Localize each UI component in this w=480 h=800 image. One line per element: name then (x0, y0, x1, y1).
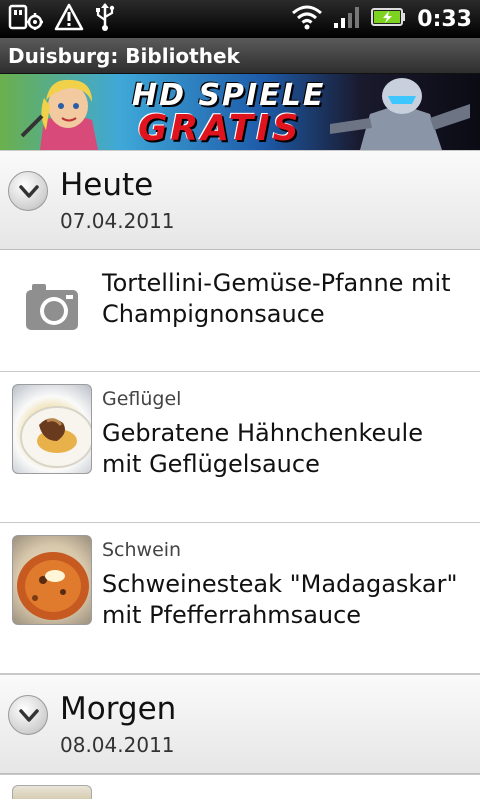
list-item[interactable]: Geflügel Gebratene Hähnchenkeule mit Gef… (0, 372, 480, 523)
dish-name: Gebratene Hähnchenkeule mit Geflügelsauc… (102, 419, 423, 478)
item-text: Geflügel Gebratene Hähnchenkeule mit Gef… (102, 388, 470, 480)
section-date: 08.04.2011 (60, 733, 175, 757)
ad-banner[interactable]: HD SPIELE GRATIS (0, 74, 480, 150)
section-header-today[interactable]: Heute 07.04.2011 (0, 150, 480, 250)
sd-card-settings-icon (8, 4, 44, 34)
food-photo-pork (12, 535, 92, 625)
banner-subline: GRATIS (138, 108, 302, 149)
dish-name: Schweinesteak "Madagaskar" mit Pfefferra… (102, 570, 458, 629)
section-title: Morgen (60, 691, 177, 727)
camera-icon (26, 284, 78, 330)
chevron-down-icon[interactable] (8, 171, 48, 211)
chevron-down-icon[interactable] (8, 695, 48, 735)
item-text: Schwein Schweinesteak "Madagaskar" mit P… (102, 539, 470, 631)
list-item[interactable]: Tortellini-Gemüse-Pfanne mit Champignons… (0, 250, 480, 372)
robot-warrior-graphic (330, 78, 470, 150)
wifi-icon (291, 4, 323, 34)
dish-category: Schwein (102, 539, 182, 561)
clock: 0:33 (417, 6, 472, 32)
list-item[interactable]: Schwein Schweinesteak "Madagaskar" mit P… (0, 523, 480, 674)
food-photo-chicken (12, 384, 92, 474)
section-header-tomorrow[interactable]: Morgen 08.04.2011 (0, 674, 480, 774)
signal-icon (333, 5, 361, 33)
title-bar: Duisburg: Bibliothek (0, 38, 480, 74)
warning-icon (54, 3, 84, 35)
battery-charging-icon (371, 6, 407, 32)
food-photo-partial (12, 785, 92, 799)
usb-icon (94, 2, 116, 36)
list-item-partial[interactable] (0, 774, 480, 799)
item-text: Tortellini-Gemüse-Pfanne mit Champignons… (102, 268, 470, 330)
dish-category: Geflügel (102, 388, 182, 410)
page-title: Duisburg: Bibliothek (8, 43, 240, 68)
section-title: Heute (60, 167, 154, 203)
menu-list: Heute 07.04.2011 Tortellini-Gemüse-Pfann… (0, 150, 480, 799)
status-bar: 0:33 (0, 0, 480, 38)
cartoon-girl-graphic (20, 79, 98, 150)
section-date: 07.04.2011 (60, 209, 175, 233)
dish-name: Tortellini-Gemüse-Pfanne mit Champignons… (102, 269, 451, 328)
